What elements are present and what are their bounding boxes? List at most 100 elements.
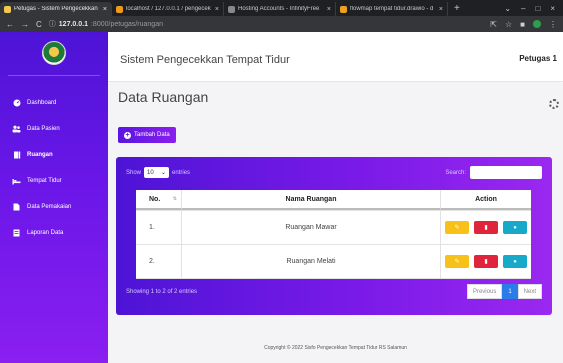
toolbar-actions: ⇱ ☆ ■ ⋮ [490,20,557,29]
delete-button[interactable]: ▮ [474,221,498,234]
entries-length-control: Show 10 ⌄ entries [126,167,190,178]
edit-button[interactable]: ✎ [445,221,469,234]
eye-icon: ● [513,258,517,265]
browser-tab-3[interactable]: Hosting Accounts - InfinityFree × [224,2,336,16]
dashboard-icon [12,99,21,108]
column-header-nama-ruangan[interactable]: Nama Ruangan [182,190,441,210]
search-input[interactable] [470,166,542,179]
table-search: Search: [445,166,542,179]
maximize-icon[interactable]: □ [535,2,540,16]
sidebar-item-ruangan[interactable]: Ruangan [0,142,108,168]
column-header-label: No. [149,195,161,203]
row-number: 1. [136,211,182,244]
sidebar-item-label: Dashboard [27,100,57,106]
menu-icon[interactable]: ⋮ [549,20,557,29]
delete-button[interactable]: ▮ [474,255,498,268]
chevron-down-icon: ⌄ [160,170,167,176]
file-icon [12,203,21,212]
browser-tab-2[interactable]: localhost / 127.0.0.1 / pengecek × [112,2,224,16]
sidebar-item-dashboard[interactable]: Dashboard [0,90,108,116]
sidebar: Dashboard Data Pasien Ruangan Tempat Tid… [0,32,108,363]
sidepanel-icon[interactable]: ■ [520,20,525,29]
row-number: 2. [136,245,182,278]
back-icon[interactable]: ← [6,20,14,29]
star-icon[interactable]: ☆ [505,20,512,29]
top-header: Sistem Pengecekkan Tempat Tidur Petugas … [108,32,563,82]
sidebar-item-data-pemakaian[interactable]: Data Pemakaian [0,194,108,220]
add-data-button[interactable]: + Tambah Data [118,127,176,143]
close-tab-icon[interactable]: × [215,6,219,13]
search-label: Search: [445,169,466,176]
browser-tab-title: Hosting Accounts - InfinityFree [238,6,320,12]
sidebar-item-laporan-data[interactable]: Laporan Data [0,220,108,246]
favicon-icon [340,5,347,13]
users-icon [12,125,21,134]
share-icon[interactable]: ⇱ [490,20,497,29]
view-button[interactable]: ● [503,255,527,268]
sidebar-item-label: Laporan Data [27,230,64,236]
address-bar: ← → C ⓘ 127.0.0.1:8000/petugas/ruangan ⇱… [0,16,563,32]
page-1-button[interactable]: 1 [502,284,518,299]
room-icon [12,151,21,160]
trash-icon: ▮ [484,225,488,231]
favicon-icon [228,5,235,13]
edit-button[interactable]: ✎ [445,255,469,268]
info-icon: ⓘ [48,21,56,28]
previous-page-button[interactable]: Previous [466,284,503,299]
browser-tab-title: flowmap tempat tidur.drawio - d [350,6,434,12]
hospital-logo [42,41,66,65]
eye-icon: ● [513,224,517,231]
next-page-button[interactable]: Next [517,284,542,299]
sidebar-item-label: Ruangan [27,152,53,158]
favicon-icon [4,5,11,13]
table-info: Showing 1 to 2 of 2 entries [126,289,198,295]
close-tab-icon[interactable]: × [103,6,107,13]
report-icon [12,229,21,238]
table-header-row: No. ⇅ Nama Ruangan Action [136,190,531,211]
sort-icon: ⇅ [172,196,177,202]
app-title: Sistem Pengecekkan Tempat Tidur [120,54,290,66]
url-field[interactable]: ⓘ 127.0.0.1:8000/petugas/ruangan [49,19,163,29]
gear-icon[interactable] [549,99,559,109]
browser-tab-bar: Petugas - Sistem Pengecekkan Te × localh… [0,0,563,16]
room-name: Ruangan Mawar [182,211,441,244]
column-header-label: Nama Ruangan [285,195,337,203]
url-host: 127.0.0.1 [58,20,88,28]
forward-icon[interactable]: → [21,20,29,29]
minimize-icon[interactable]: – [521,2,525,16]
close-window-icon[interactable]: × [550,2,555,16]
view-button[interactable]: ● [503,221,527,234]
chevron-down-icon[interactable]: ⌄ [504,2,511,16]
footer-copyright: Copyright © 2022 Sisfo Pengecekkan Tempa… [264,345,407,351]
edit-icon: ✎ [454,259,460,265]
window-controls: ⌄ – □ × [504,2,563,16]
sidebar-item-tempat-tidur[interactable]: Tempat Tidur [0,168,108,194]
column-header-no[interactable]: No. ⇅ [136,190,182,210]
user-menu[interactable]: Petugas 1 [519,54,557,63]
entries-select[interactable]: 10 ⌄ [144,167,170,178]
close-tab-icon[interactable]: × [327,6,331,13]
row-actions: ✎ ▮ ● [441,245,531,278]
sidebar-item-data-pasien[interactable]: Data Pasien [0,116,108,142]
add-data-label: Tambah Data [134,132,170,138]
reload-icon[interactable]: C [36,20,42,29]
column-header-action[interactable]: Action [441,190,531,210]
browser-tab-1[interactable]: Petugas - Sistem Pengecekkan Te × [0,2,112,16]
data-table-card: Show 10 ⌄ entries Search: No. ⇅ Nama Rua… [116,157,552,315]
browser-tab-4[interactable]: flowmap tempat tidur.drawio - d × [336,2,448,16]
row-actions: ✎ ▮ ● [441,211,531,244]
page-title: Data Ruangan [118,89,209,105]
sidebar-item-label: Data Pemakaian [27,204,72,210]
show-label: Show [126,169,142,176]
browser-tab-title: localhost / 127.0.0.1 / pengecek [126,6,211,12]
new-tab-button[interactable]: + [448,2,466,16]
sidebar-nav: Dashboard Data Pasien Ruangan Tempat Tid… [0,90,108,246]
table-row: 1. Ruangan Mawar ✎ ▮ ● [136,211,531,245]
close-tab-icon[interactable]: × [439,6,443,13]
entries-label: entries [172,169,191,176]
rooms-table: No. ⇅ Nama Ruangan Action 1. Ruangan Maw… [136,190,531,279]
trash-icon: ▮ [484,259,488,265]
profile-avatar[interactable] [533,20,541,28]
favicon-icon [116,5,123,13]
pagination: Previous 1 Next [466,284,542,299]
